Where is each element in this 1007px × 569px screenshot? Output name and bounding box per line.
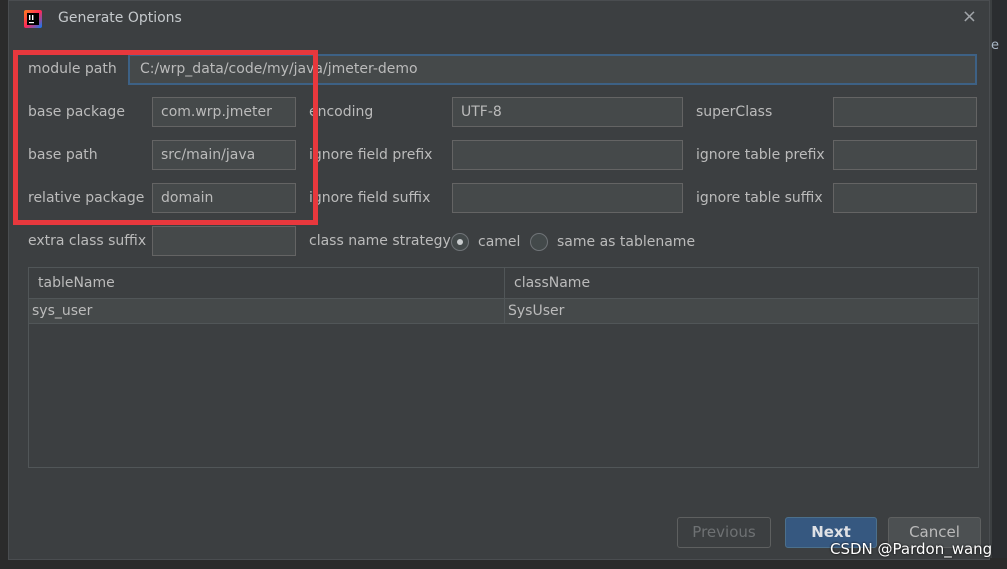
- previous-button[interactable]: Previous: [677, 517, 771, 548]
- module-path-label: module path: [28, 61, 117, 77]
- intellij-idea-icon: [24, 10, 42, 28]
- base-package-input[interactable]: com.wrp.jmeter: [152, 97, 296, 127]
- relative-package-label: relative package: [28, 190, 145, 206]
- same-as-tablename-radio-label[interactable]: same as tablename: [557, 234, 695, 250]
- close-icon[interactable]: ×: [962, 7, 977, 27]
- ignore-table-suffix-label: ignore table suffix: [696, 190, 823, 206]
- ignore-table-prefix-label: ignore table prefix: [696, 147, 825, 163]
- super-class-input[interactable]: [833, 97, 977, 127]
- table-row[interactable]: sys_user SysUser: [29, 299, 978, 324]
- background-text: e: [991, 38, 999, 53]
- ignore-table-suffix-input[interactable]: [833, 183, 977, 213]
- base-package-label: base package: [28, 104, 125, 120]
- ignore-field-suffix-input[interactable]: [452, 183, 683, 213]
- base-path-label: base path: [28, 147, 98, 163]
- camel-radio-label[interactable]: camel: [478, 234, 520, 250]
- dialog-title: Generate Options: [58, 10, 182, 26]
- generate-options-dialog: Generate Options × module path C:/wrp_da…: [8, 0, 990, 560]
- relative-package-input[interactable]: domain: [152, 183, 296, 213]
- extra-class-suffix-label: extra class suffix: [28, 233, 147, 249]
- table-mapping-grid: tableName className sys_user SysUser: [28, 267, 979, 468]
- column-header-tablename[interactable]: tableName: [29, 268, 505, 298]
- background-window-edge: e: [990, 0, 1007, 569]
- ignore-field-prefix-label: ignore field prefix: [309, 147, 433, 163]
- module-path-input[interactable]: C:/wrp_data/code/my/java/jmeter-demo: [128, 54, 977, 85]
- watermark-text: CSDN @Pardon_wang: [830, 540, 993, 558]
- encoding-input[interactable]: UTF-8: [452, 97, 683, 127]
- ignore-table-prefix-input[interactable]: [833, 140, 977, 170]
- column-header-classname[interactable]: className: [505, 268, 978, 298]
- same-as-tablename-radio[interactable]: [530, 233, 548, 251]
- table-cell-classname[interactable]: SysUser: [505, 299, 978, 323]
- title-bar: Generate Options ×: [9, 1, 989, 37]
- super-class-label: superClass: [696, 104, 773, 120]
- ignore-field-suffix-label: ignore field suffix: [309, 190, 431, 206]
- extra-class-suffix-input[interactable]: [152, 226, 296, 256]
- base-path-input[interactable]: src/main/java: [152, 140, 296, 170]
- encoding-label: encoding: [309, 104, 374, 120]
- table-cell-tablename[interactable]: sys_user: [29, 299, 505, 323]
- class-name-strategy-label: class name strategy: [309, 233, 451, 249]
- ignore-field-prefix-input[interactable]: [452, 140, 683, 170]
- table-header: tableName className: [29, 268, 978, 299]
- camel-radio[interactable]: [451, 233, 469, 251]
